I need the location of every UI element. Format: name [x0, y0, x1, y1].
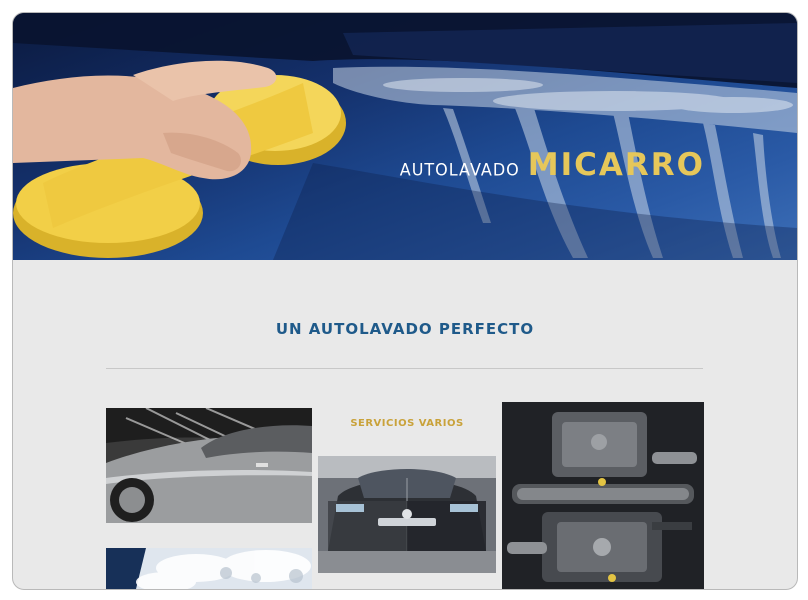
- hero-banner: AUTOLAVADO MICARRO: [13, 13, 797, 260]
- page-frame: AUTOLAVADO MICARRO UN AUTOLAVADO PERFECT…: [12, 12, 798, 590]
- before-after-clean-car-photo[interactable]: [318, 456, 496, 573]
- main-content: UN AUTOLAVADO PERFECTO SERVICIOS VARIOS: [13, 260, 797, 589]
- silver-car-pressure-wash-photo[interactable]: [106, 408, 312, 523]
- section-divider: [106, 368, 703, 369]
- services-label: SERVICIOS VARIOS: [350, 418, 464, 429]
- engine-bay-photo[interactable]: [502, 402, 704, 589]
- car-foam-wash-photo[interactable]: [106, 548, 312, 589]
- brand-prefix: AUTOLAVADO: [399, 159, 520, 180]
- brand-name: MICARRO: [527, 147, 705, 183]
- hero-image: [13, 13, 797, 260]
- hero-brand-title: AUTOLAVADO MICARRO: [400, 147, 705, 183]
- section-title: UN AUTOLAVADO PERFECTO: [275, 320, 535, 338]
